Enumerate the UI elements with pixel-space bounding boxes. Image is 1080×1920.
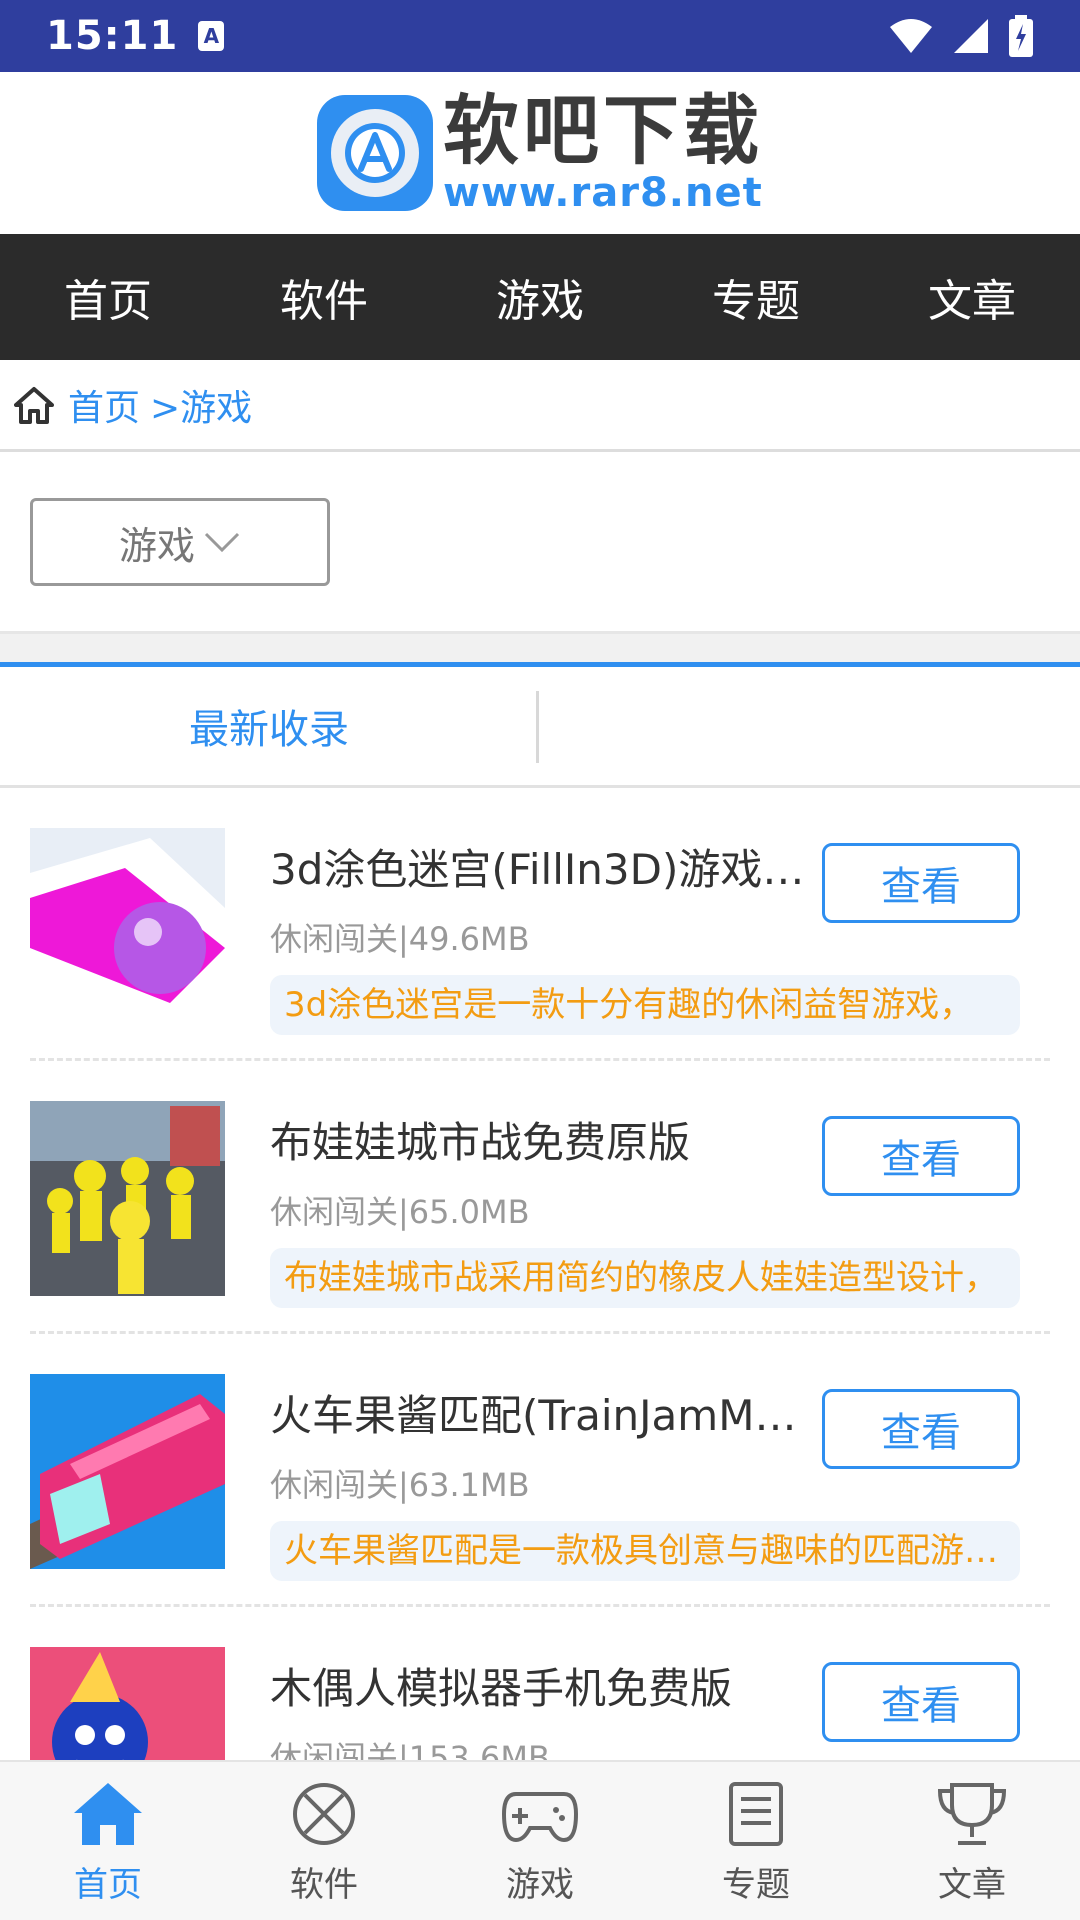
bottom-tab-bar: 首页 软件 游戏 专题 文章 (0, 1760, 1080, 1920)
tab-divider (536, 691, 539, 763)
bottom-tab-label: 游戏 (506, 1864, 574, 1905)
tab-latest[interactable]: 最新收录 (0, 667, 538, 785)
list-tabs: 最新收录 (0, 662, 1080, 788)
view-button[interactable]: 查看 (822, 843, 1020, 923)
app-meta: 休闲闯关|49.6MB (270, 920, 530, 958)
list-item[interactable]: 3d涂色迷宫(FillIn3D)游戏手机版 休闲闯关|49.6MB 3d涂色迷宫… (0, 788, 1080, 1061)
breadcrumb-home-link[interactable]: 首页 (68, 379, 140, 431)
breadcrumb: 首页 >游戏 (0, 360, 1080, 452)
app-meta: 休闲闯关|65.0MB (270, 1193, 530, 1231)
bottom-tab-label: 文章 (938, 1864, 1006, 1905)
breadcrumb-current[interactable]: >游戏 (150, 379, 252, 431)
app-description: 3d涂色迷宫是一款十分有趣的休闲益智游戏， (270, 975, 1020, 1035)
nav-item-home[interactable]: 首页 (0, 265, 216, 329)
status-bar: 15:11 A (0, 0, 1080, 72)
bottom-tab-games[interactable]: 游戏 (432, 1762, 648, 1920)
document-icon (717, 1777, 795, 1851)
nav-item-software[interactable]: 软件 (216, 265, 432, 329)
bottom-tab-home[interactable]: 首页 (0, 1762, 216, 1920)
site-header: 软吧下载 www.rar8.net (0, 72, 1080, 234)
logo-title: 软吧下载 (443, 86, 763, 175)
view-button[interactable]: 查看 (822, 1662, 1020, 1742)
nav-item-articles[interactable]: 文章 (864, 265, 1080, 329)
section-gap (0, 634, 1080, 662)
app-name[interactable]: 木偶人模拟器手机免费版 (270, 1655, 810, 1716)
status-time: 15:11 (46, 13, 179, 59)
home-icon (14, 386, 54, 424)
list-item[interactable]: 布娃娃城市战免费原版 休闲闯关|65.0MB 布娃娃城市战采用简约的橡皮人娃娃造… (0, 1061, 1080, 1334)
app-description: 布娃娃城市战采用简约的橡皮人娃娃造型设计， (270, 1248, 1020, 1308)
software-icon (285, 1777, 363, 1851)
category-select[interactable]: 游戏 (30, 498, 330, 586)
app-thumbnail[interactable] (30, 1374, 225, 1569)
app-name[interactable]: 3d涂色迷宫(FillIn3D)游戏手机版 (270, 836, 810, 897)
view-button[interactable]: 查看 (822, 1116, 1020, 1196)
app-thumbnail[interactable] (30, 828, 225, 1023)
chevron-down-icon (204, 532, 240, 553)
status-icons (888, 15, 1034, 57)
view-button[interactable]: 查看 (822, 1389, 1020, 1469)
app-thumbnail[interactable] (30, 1101, 225, 1296)
bottom-tab-label: 专题 (722, 1864, 790, 1905)
battery-icon (1009, 15, 1033, 57)
list-item[interactable]: 火车果酱匹配(TrainJamMatch) 休闲闯关|63.1MB 火车果酱匹配… (0, 1334, 1080, 1607)
bottom-tab-articles[interactable]: 文章 (864, 1762, 1080, 1920)
app-name[interactable]: 火车果酱匹配(TrainJamMatch) (270, 1382, 810, 1443)
gamepad-icon (501, 1777, 579, 1851)
app-name[interactable]: 布娃娃城市战免费原版 (270, 1109, 810, 1170)
app-store-logo-icon (317, 95, 433, 211)
bottom-tab-label: 软件 (290, 1864, 358, 1905)
signal-icon (954, 19, 988, 53)
filter-area: 游戏 (0, 452, 1080, 634)
bottom-tab-label: 首页 (74, 1864, 142, 1905)
notification-a-icon: A (198, 21, 225, 51)
trophy-icon (933, 1777, 1011, 1851)
site-logo[interactable]: 软吧下载 www.rar8.net (317, 93, 763, 213)
bottom-tab-topics[interactable]: 专题 (648, 1762, 864, 1920)
nav-item-games[interactable]: 游戏 (432, 265, 648, 329)
top-nav: 首页 软件 游戏 专题 文章 (0, 234, 1080, 360)
category-select-value: 游戏 (118, 523, 195, 568)
app-list: 3d涂色迷宫(FillIn3D)游戏手机版 休闲闯关|49.6MB 3d涂色迷宫… (0, 788, 1080, 1880)
logo-url: www.rar8.net (443, 170, 763, 216)
home-icon (69, 1777, 147, 1851)
bottom-tab-software[interactable]: 软件 (216, 1762, 432, 1920)
nav-item-topics[interactable]: 专题 (648, 265, 864, 329)
app-description: 火车果酱匹配是一款极具创意与趣味的匹配游戏， (270, 1521, 1020, 1581)
app-meta: 休闲闯关|63.1MB (270, 1466, 530, 1504)
wifi-icon (890, 19, 932, 53)
